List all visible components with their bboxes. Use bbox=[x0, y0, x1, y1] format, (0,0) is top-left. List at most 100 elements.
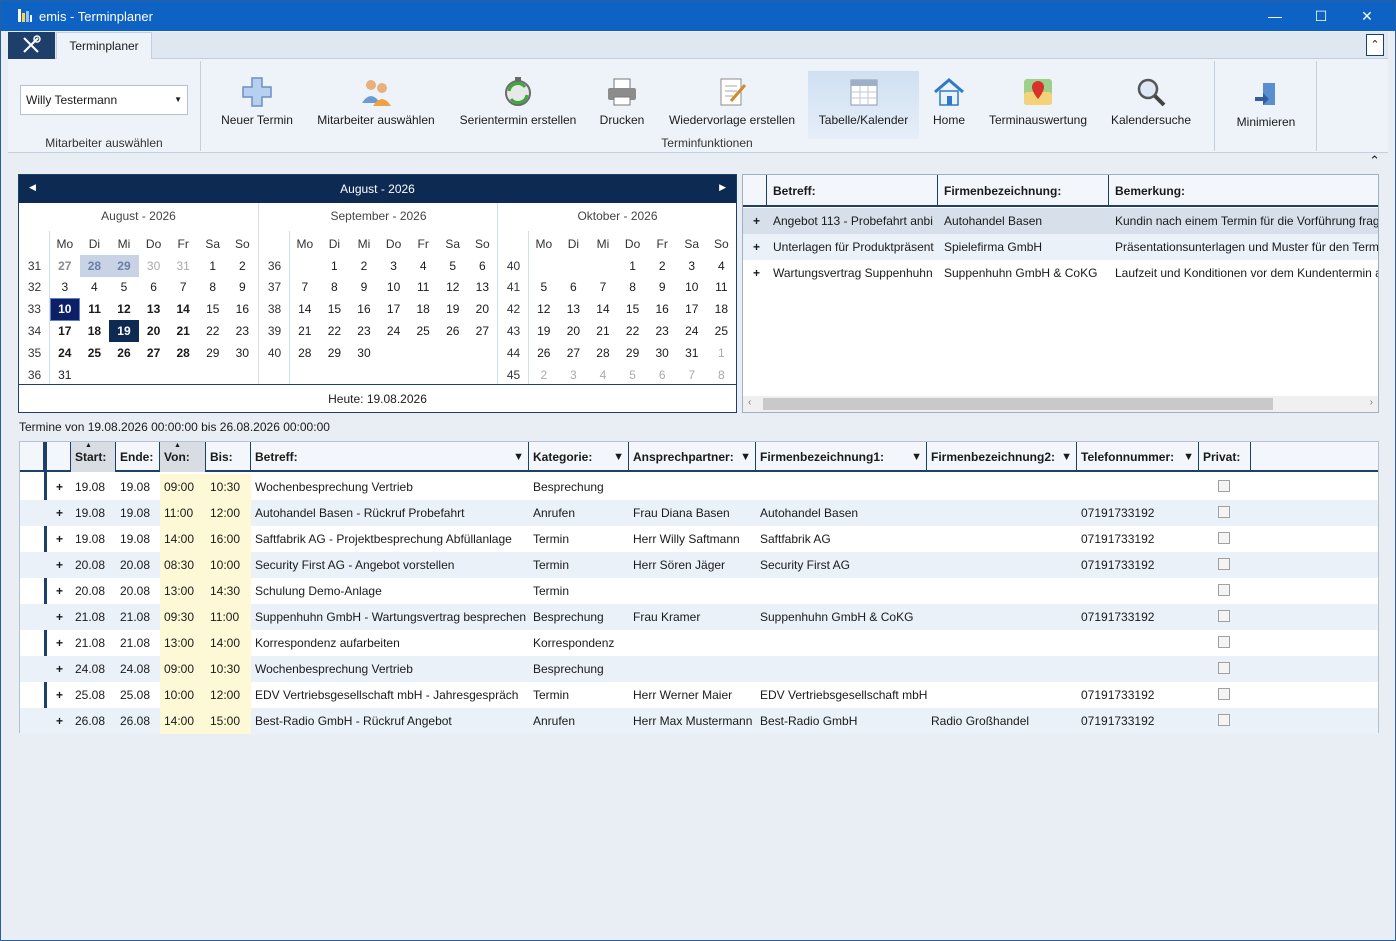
expand-row-button[interactable]: + bbox=[747, 234, 767, 260]
create-followup-button[interactable]: Wiedervorlage erstellen bbox=[664, 71, 800, 139]
calendar-day[interactable]: 23 bbox=[647, 320, 677, 342]
calendar-day[interactable]: 26 bbox=[438, 320, 468, 342]
calendar-day[interactable]: 15 bbox=[320, 298, 350, 320]
calendar-day[interactable]: 27 bbox=[50, 255, 80, 277]
calendar-day[interactable]: 21 bbox=[588, 320, 618, 342]
calendar-day[interactable]: 29 bbox=[320, 342, 350, 364]
calendar-day[interactable]: 24 bbox=[677, 320, 707, 342]
followup-row[interactable]: + Unterlagen für Produktpräsent Spielefi… bbox=[743, 234, 1378, 260]
column-header-betreff[interactable]: Betreff: ▼ bbox=[251, 442, 529, 472]
calendar-day[interactable]: 4 bbox=[707, 255, 737, 277]
calendar-day[interactable]: 31 bbox=[168, 255, 198, 277]
expand-row-button[interactable]: + bbox=[52, 630, 72, 656]
calendar-day[interactable]: 24 bbox=[50, 342, 80, 364]
calendar-day[interactable]: 23 bbox=[349, 320, 379, 342]
calendar-day[interactable]: 12 bbox=[529, 298, 559, 320]
horizontal-scrollbar[interactable]: ‹ › bbox=[743, 396, 1378, 412]
expand-row-button[interactable]: + bbox=[52, 708, 72, 734]
calendar-day[interactable]: 25 bbox=[80, 342, 110, 364]
chevron-up-icon[interactable]: ⌃ bbox=[1369, 153, 1380, 169]
calendar-day[interactable]: 7 bbox=[588, 277, 618, 299]
column-header-von[interactable]: ▲ Von: bbox=[160, 442, 206, 472]
calendar-day[interactable]: 9 bbox=[349, 277, 379, 299]
calendar-day[interactable]: 10 bbox=[677, 277, 707, 299]
calendar-day[interactable]: 5 bbox=[438, 255, 468, 277]
calendar-day[interactable]: 22 bbox=[618, 320, 648, 342]
private-checkbox[interactable] bbox=[1218, 480, 1230, 492]
tab-terminplaner[interactable]: Terminplaner bbox=[56, 32, 152, 60]
calendar-day[interactable]: 3 bbox=[677, 255, 707, 277]
scroll-left-icon[interactable]: ‹ bbox=[748, 397, 751, 408]
file-menu-button[interactable] bbox=[8, 32, 55, 59]
calendar-day[interactable]: 14 bbox=[168, 298, 198, 320]
calendar-day[interactable]: 20 bbox=[468, 298, 498, 320]
calendar-day[interactable] bbox=[529, 255, 559, 277]
calendar-day[interactable]: 2 bbox=[228, 255, 258, 277]
calendar-day[interactable]: 20 bbox=[559, 320, 589, 342]
expand-row-button[interactable]: + bbox=[52, 474, 72, 500]
calendar-day[interactable]: 30 bbox=[139, 255, 169, 277]
calendar-day[interactable]: 14 bbox=[290, 298, 320, 320]
private-checkbox[interactable] bbox=[1218, 662, 1230, 674]
filter-icon[interactable]: ▼ bbox=[740, 442, 751, 472]
calendar-day[interactable]: 16 bbox=[228, 298, 258, 320]
appointment-row[interactable]: + 21.08 21.08 09:30 11:00 Suppenhuhn Gmb… bbox=[20, 604, 1378, 630]
private-checkbox[interactable] bbox=[1218, 584, 1230, 596]
calendar-day[interactable]: 14 bbox=[588, 298, 618, 320]
expand-row-button[interactable]: + bbox=[52, 578, 72, 604]
calendar-day[interactable]: 6 bbox=[647, 364, 677, 386]
followup-row[interactable]: + Angebot 113 - Probefahrt anbi Autohand… bbox=[743, 208, 1378, 234]
calendar-day[interactable]: 29 bbox=[198, 342, 228, 364]
calendar-day[interactable]: 8 bbox=[707, 364, 737, 386]
new-appointment-button[interactable]: Neuer Termin bbox=[214, 71, 300, 139]
calendar-day[interactable]: 27 bbox=[559, 342, 589, 364]
close-window-button[interactable]: ✕ bbox=[1344, 1, 1390, 31]
table-calendar-button[interactable]: Tabelle/Kalender bbox=[808, 71, 919, 139]
calendar-day[interactable]: 1 bbox=[198, 255, 228, 277]
calendar-day[interactable]: 26 bbox=[529, 342, 559, 364]
calendar-day[interactable] bbox=[588, 255, 618, 277]
calendar-day[interactable]: 17 bbox=[677, 298, 707, 320]
calendar-day[interactable]: 23 bbox=[228, 320, 258, 342]
calendar-day[interactable]: 22 bbox=[198, 320, 228, 342]
filter-icon[interactable]: ▼ bbox=[911, 442, 922, 472]
private-checkbox[interactable] bbox=[1218, 636, 1230, 648]
calendar-day[interactable]: 26 bbox=[109, 342, 139, 364]
minimize-window-button[interactable]: — bbox=[1252, 1, 1298, 31]
calendar-day[interactable]: 11 bbox=[80, 298, 110, 320]
calendar-day[interactable]: 2 bbox=[647, 255, 677, 277]
create-series-button[interactable]: Serientermin erstellen bbox=[454, 71, 582, 139]
today-button[interactable]: Heute: 19.08.2026 bbox=[19, 384, 736, 412]
calendar-day[interactable]: 28 bbox=[168, 342, 198, 364]
employee-select[interactable]: Willy Testermann ▼ bbox=[20, 85, 188, 115]
appointment-row[interactable]: + 19.08 19.08 09:00 10:30 Wochenbesprech… bbox=[20, 474, 1378, 500]
appointment-row[interactable]: + 21.08 21.08 13:00 14:00 Korrespondenz … bbox=[20, 630, 1378, 656]
scrollbar-thumb[interactable] bbox=[763, 398, 1273, 410]
maximize-window-button[interactable]: ☐ bbox=[1298, 1, 1344, 31]
calendar-day[interactable]: 12 bbox=[438, 277, 468, 299]
calendar-day[interactable]: 8 bbox=[198, 277, 228, 299]
expand-row-button[interactable]: + bbox=[747, 208, 767, 234]
filter-icon[interactable]: ▼ bbox=[1061, 442, 1072, 472]
calendar-day[interactable]: 30 bbox=[349, 342, 379, 364]
calendar-day[interactable]: 18 bbox=[80, 320, 110, 342]
filter-icon[interactable]: ▼ bbox=[513, 442, 524, 472]
calendar-day[interactable]: 5 bbox=[529, 277, 559, 299]
calendar-day[interactable]: 13 bbox=[559, 298, 589, 320]
collapse-ribbon-button[interactable]: ⌃ bbox=[1366, 34, 1384, 56]
calendar-day[interactable]: 4 bbox=[588, 364, 618, 386]
calendar-day[interactable]: 20 bbox=[139, 320, 169, 342]
expand-row-button[interactable]: + bbox=[52, 526, 72, 552]
column-header-firma[interactable]: Firmenbezeichnung: bbox=[938, 175, 1109, 207]
appointment-evaluation-button[interactable]: Terminauswertung bbox=[986, 71, 1090, 139]
private-checkbox[interactable] bbox=[1218, 688, 1230, 700]
calendar-day[interactable]: 31 bbox=[677, 342, 707, 364]
calendar-day-today[interactable]: 19 bbox=[109, 320, 139, 342]
calendar-search-button[interactable]: Kalendersuche bbox=[1106, 71, 1196, 139]
calendar-day[interactable]: 19 bbox=[529, 320, 559, 342]
appointment-row[interactable]: + 20.08 20.08 13:00 14:30 Schulung Demo-… bbox=[20, 578, 1378, 604]
calendar-day[interactable]: 1 bbox=[320, 255, 350, 277]
calendar-day[interactable]: 5 bbox=[109, 277, 139, 299]
column-header-ende[interactable]: Ende: bbox=[116, 442, 160, 472]
calendar-day[interactable]: 11 bbox=[408, 277, 438, 299]
